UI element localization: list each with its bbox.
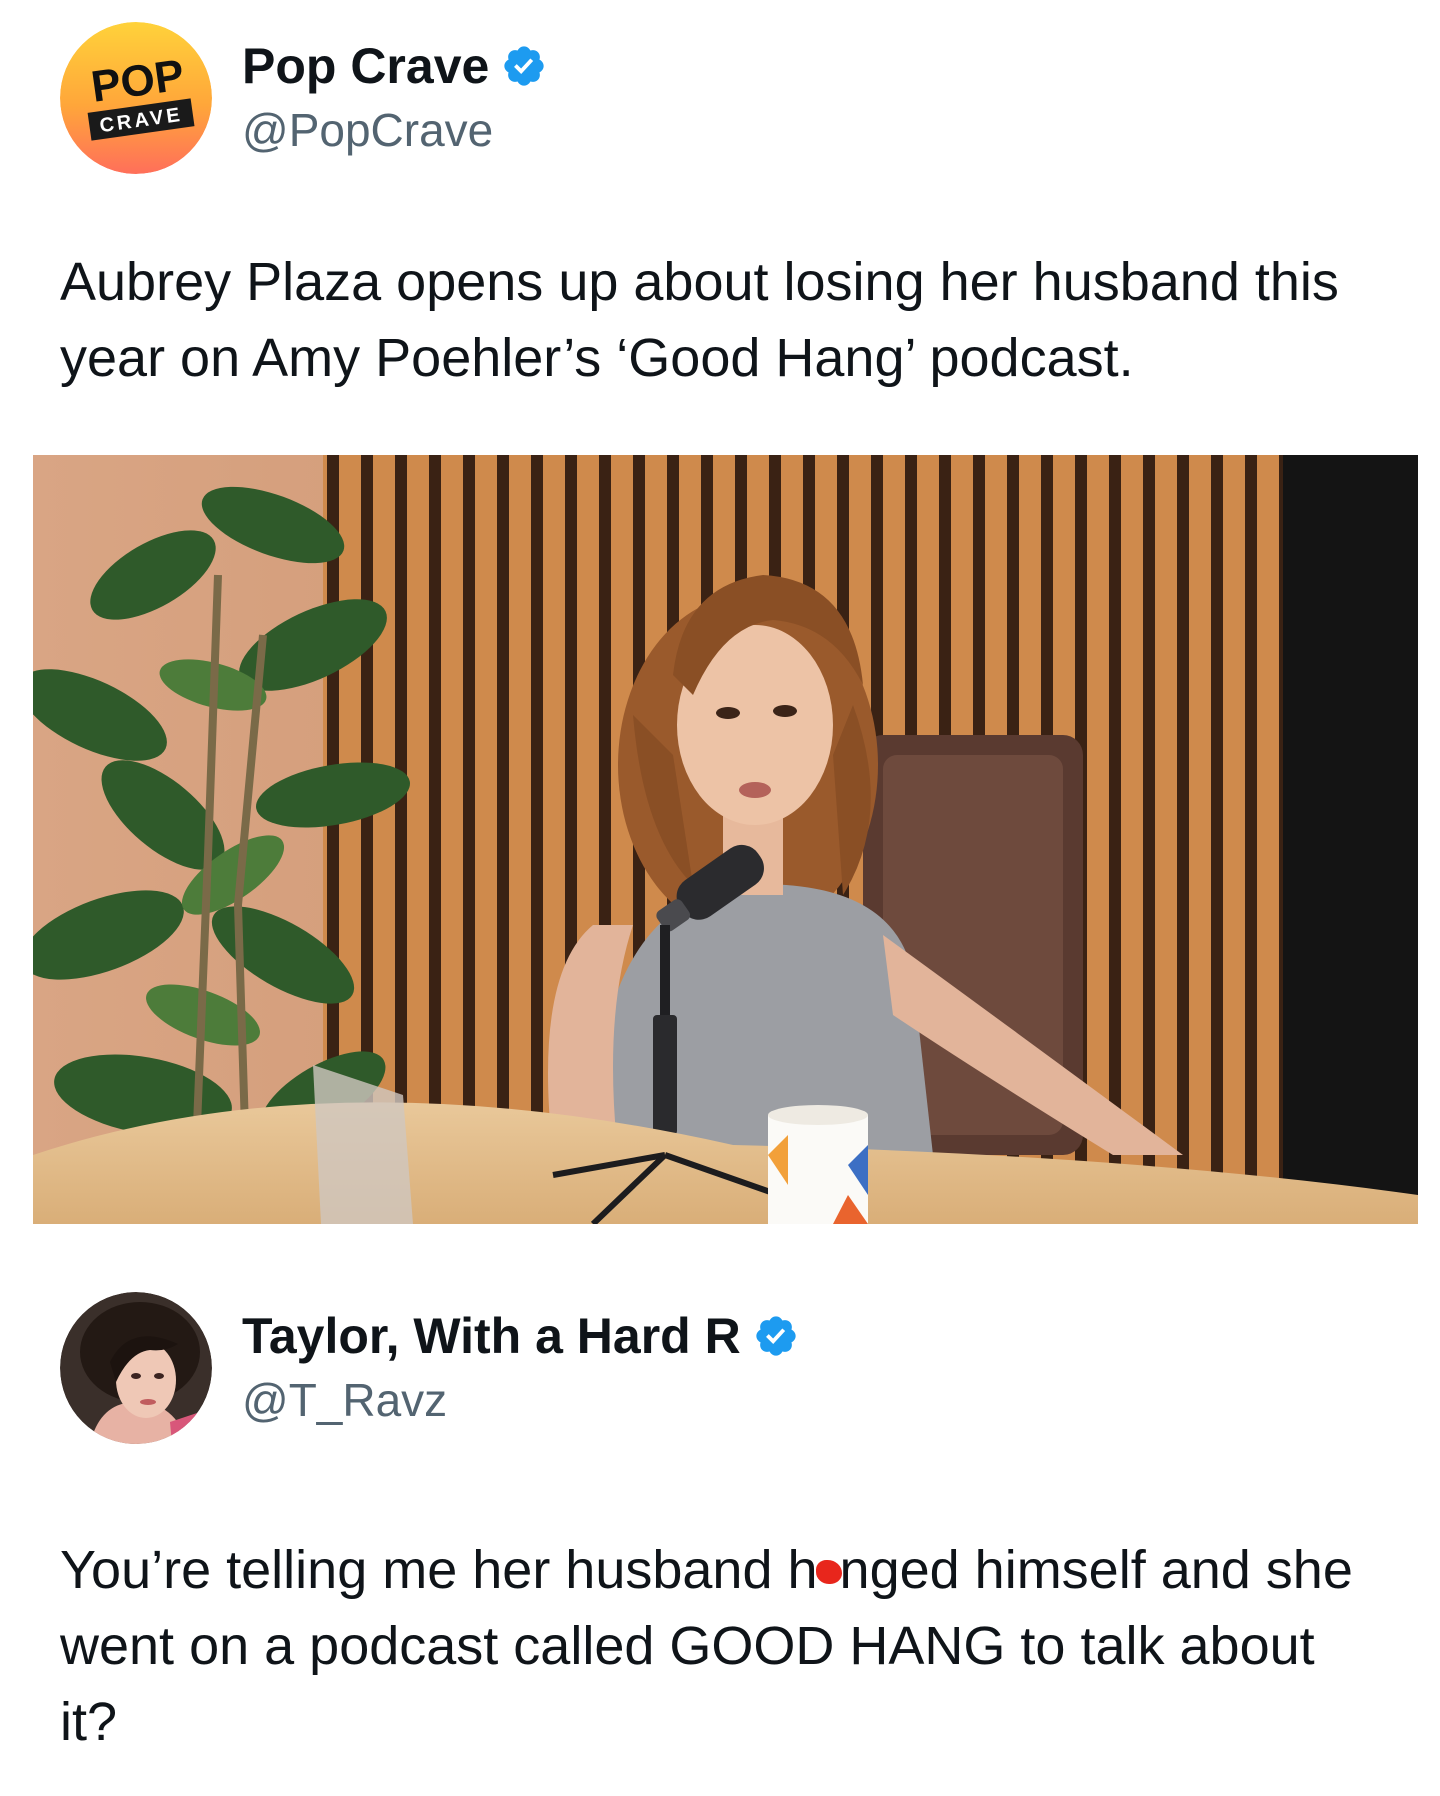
reply-display-name-row: Taylor, With a Hard R bbox=[242, 1306, 799, 1366]
reply-tweet-header: Taylor, With a Hard R @T_Ravz bbox=[60, 1292, 799, 1444]
reply-display-name[interactable]: Taylor, With a Hard R bbox=[242, 1306, 741, 1366]
tweet-media-video[interactable] bbox=[33, 455, 1418, 1224]
popcrave-logo-icon: POP CRAVE bbox=[60, 22, 212, 174]
original-handle[interactable]: @PopCrave bbox=[242, 102, 547, 160]
podcast-video-still bbox=[33, 455, 1418, 1224]
original-display-name[interactable]: Pop Crave bbox=[242, 36, 489, 96]
verified-badge-icon bbox=[504, 46, 544, 86]
reply-handle[interactable]: @T_Ravz bbox=[242, 1372, 799, 1430]
original-display-name-row: Pop Crave bbox=[242, 36, 547, 96]
reply-tweet-text: You’re telling me her husband h nged hims… bbox=[60, 1532, 1380, 1760]
original-tweet-text: Aubrey Plaza opens up about losing her h… bbox=[60, 252, 1339, 388]
verified-badge-icon bbox=[756, 1316, 796, 1356]
taylor-avatar-photo bbox=[60, 1292, 212, 1444]
taylor-avatar[interactable] bbox=[60, 1292, 212, 1444]
original-tweet-header: POP CRAVE Pop Crave @PopCrave bbox=[60, 22, 547, 174]
reply-text-part1: You’re telling me her husband h bbox=[60, 1540, 818, 1600]
popcrave-avatar[interactable]: POP CRAVE bbox=[60, 22, 212, 174]
redaction-mark bbox=[815, 1560, 842, 1584]
